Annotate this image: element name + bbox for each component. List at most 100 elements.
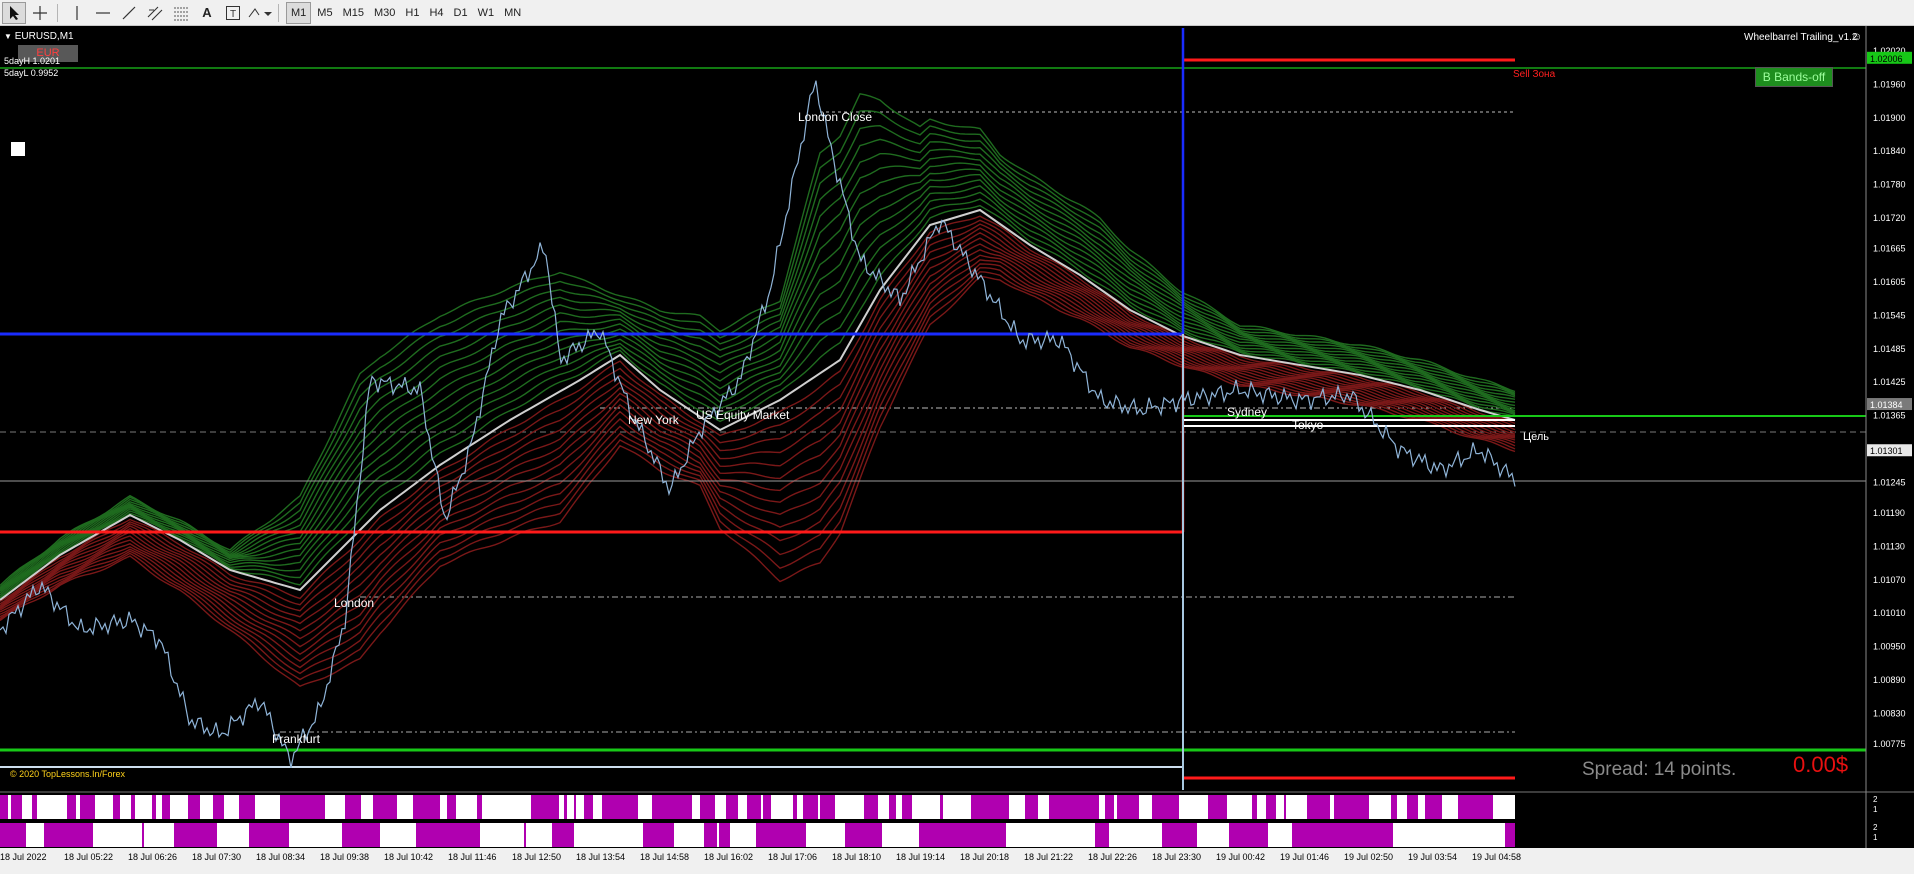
bull-band-line bbox=[0, 174, 1516, 594]
sub-bar-row1 bbox=[1130, 795, 1139, 819]
trendline-icon[interactable] bbox=[117, 2, 141, 24]
sub-bar-row1 bbox=[239, 795, 247, 819]
target-label: Цель bbox=[1523, 431, 1550, 443]
sub-bar-row1 bbox=[605, 795, 616, 819]
sub-bar-row1 bbox=[1022, 795, 1025, 819]
sub-bar-row1 bbox=[1455, 795, 1458, 819]
time-tick-label: 18 Jul 2022 bbox=[0, 852, 47, 862]
timeframe-h1[interactable]: H1 bbox=[401, 2, 423, 24]
sub-bar-row1 bbox=[864, 795, 878, 819]
sub-bar-row1 bbox=[67, 795, 76, 819]
vertical-line-icon[interactable] bbox=[65, 2, 89, 24]
sub-bar-row1 bbox=[516, 795, 523, 819]
sub-bar-row2 bbox=[1162, 823, 1197, 847]
sub-bar-row2 bbox=[1361, 823, 1390, 847]
text-icon[interactable]: A bbox=[195, 2, 219, 24]
price-tick-label: 1.01425 bbox=[1873, 377, 1906, 387]
bear-band-line bbox=[0, 237, 1516, 632]
sub-bar-row1 bbox=[363, 795, 373, 819]
sub-bar-row1 bbox=[484, 795, 489, 819]
sub-bar-row1 bbox=[630, 795, 638, 819]
price-tick-label: 1.01365 bbox=[1873, 411, 1906, 421]
session-label-us-equity: US Equity Market bbox=[696, 408, 790, 422]
sub-bar-row1 bbox=[1028, 795, 1038, 819]
sub-bar-row2 bbox=[1148, 823, 1162, 847]
checkbox[interactable] bbox=[11, 142, 25, 156]
crosshair-icon[interactable] bbox=[28, 2, 52, 24]
cursor-icon[interactable] bbox=[2, 1, 26, 24]
sub-bar-row1 bbox=[469, 795, 477, 819]
price-line-group bbox=[0, 80, 1516, 769]
price-tick-label: 1.01130 bbox=[1873, 541, 1905, 551]
sub-bar-row1 bbox=[444, 795, 447, 819]
sub-bar-row2 bbox=[1498, 823, 1505, 847]
timeframe-m15[interactable]: M15 bbox=[339, 2, 368, 24]
price-tick-label: 1.01720 bbox=[1873, 213, 1906, 223]
sub-bar-row1 bbox=[162, 795, 165, 819]
sub-bar-row1 bbox=[1002, 795, 1009, 819]
sub-bar-row1 bbox=[213, 795, 224, 819]
sub-bar-row2 bbox=[730, 823, 756, 847]
sub-bar-row1 bbox=[878, 795, 881, 819]
timeframe-m1[interactable]: M1 bbox=[286, 1, 312, 24]
sub-bar-row1 bbox=[37, 795, 48, 819]
timeframe-w1[interactable]: W1 bbox=[474, 2, 499, 24]
timeframe-m5[interactable]: M5 bbox=[313, 2, 336, 24]
indicator-settings-icon[interactable]: ☺ bbox=[1851, 32, 1862, 43]
sub-bar-row1 bbox=[394, 795, 397, 819]
sub-bar-row1 bbox=[1159, 795, 1171, 819]
sub-bar-row1 bbox=[170, 795, 178, 819]
sub-bar-row1 bbox=[1206, 795, 1208, 819]
sub-bar-row1 bbox=[1445, 795, 1448, 819]
sell-zone-label: Sell Зона bbox=[1513, 69, 1556, 80]
time-tick-label: 18 Jul 13:54 bbox=[576, 852, 625, 862]
time-tick-label: 18 Jul 07:30 bbox=[192, 852, 241, 862]
chevron-down-icon[interactable]: ▼ bbox=[4, 32, 12, 41]
sub-bar-row1 bbox=[1294, 795, 1304, 819]
horizontal-line-icon[interactable] bbox=[91, 2, 115, 24]
sub-bar-row2 bbox=[44, 823, 77, 847]
price-tick-label: 1.01070 bbox=[1873, 575, 1906, 585]
sub-bar-row1 bbox=[384, 795, 394, 819]
sub-bar-row2 bbox=[20, 823, 26, 847]
timeframe-m30[interactable]: M30 bbox=[370, 2, 399, 24]
bear-band-line bbox=[0, 243, 1516, 640]
sub-bar-row2 bbox=[198, 823, 217, 847]
sub-bar-row1 bbox=[56, 795, 67, 819]
session-label-london-close: London Close bbox=[798, 110, 873, 124]
session-label-london: London bbox=[334, 596, 375, 610]
sub-bar-row2 bbox=[144, 823, 174, 847]
timeframe-mn[interactable]: MN bbox=[500, 2, 525, 24]
timeframe-h4[interactable]: H4 bbox=[425, 2, 447, 24]
sub-bar-row1 bbox=[203, 795, 211, 819]
sub-bar-row2 bbox=[249, 823, 289, 847]
sub-bar-row1 bbox=[1347, 795, 1360, 819]
bull-band-line bbox=[0, 198, 1516, 600]
sub-bar-row1 bbox=[440, 795, 444, 819]
sub-bar-row1 bbox=[178, 795, 188, 819]
sub-bar-row1 bbox=[747, 795, 761, 819]
session-label-frankfurt: Frankfurt bbox=[272, 732, 321, 746]
sub-bar-row2 bbox=[719, 823, 730, 847]
fibonacci-icon[interactable] bbox=[169, 2, 193, 24]
sub-bar-row1 bbox=[1452, 795, 1455, 819]
symbol-text: EURUSD,M1 bbox=[14, 31, 74, 42]
sub-bar-row1 bbox=[1330, 795, 1334, 819]
sub-bar-row1 bbox=[889, 795, 896, 819]
sub-bar-row1 bbox=[120, 795, 131, 819]
timeframe-d1[interactable]: D1 bbox=[450, 2, 472, 24]
sub-bar-row1 bbox=[268, 795, 280, 819]
sub-bar-row1 bbox=[1114, 795, 1117, 819]
sub-bar-row1 bbox=[76, 795, 80, 819]
sub-bar-row1 bbox=[1187, 795, 1201, 819]
bands-toggle-button[interactable]: B Bands-off bbox=[1755, 67, 1833, 87]
sub-bar-row1 bbox=[673, 795, 682, 819]
sub-bar-row1 bbox=[255, 795, 263, 819]
text-label-icon[interactable]: T bbox=[221, 2, 245, 24]
sub-bar-row2 bbox=[524, 823, 526, 847]
time-tick-label: 18 Jul 08:34 bbox=[256, 852, 305, 862]
status-strip bbox=[0, 862, 1914, 874]
shapes-icon[interactable] bbox=[247, 2, 273, 24]
sub-bar-row1 bbox=[1076, 795, 1081, 819]
equidistant-channel-icon[interactable] bbox=[143, 2, 167, 24]
